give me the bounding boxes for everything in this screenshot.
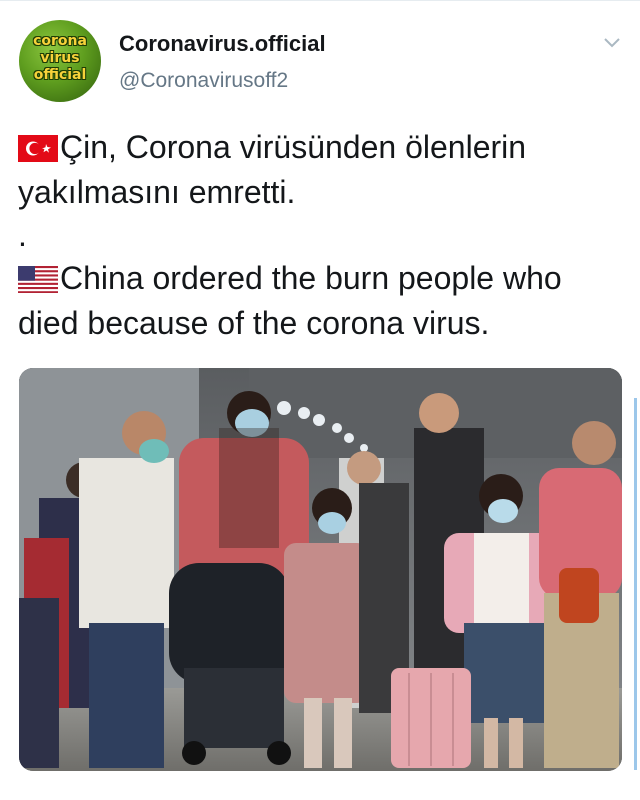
tweet-line-tr: Çin, Corona virüsünden ölenlerin yakılma… — [18, 129, 527, 210]
avatar[interactable]: corona virus official — [19, 20, 101, 102]
chevron-down-icon[interactable] — [602, 36, 622, 50]
tweet-photo[interactable] — [19, 368, 622, 771]
top-divider — [0, 0, 640, 1]
scroll-indicator — [634, 398, 637, 770]
tweet-text-turkish: Çin, Corona virüsünden ölenlerin yakılma… — [18, 125, 618, 215]
user-handle[interactable]: @Coronavirusoff2 — [119, 69, 288, 93]
tweet-separator: . — [18, 217, 27, 253]
turkey-flag-icon — [18, 135, 58, 162]
tweet-text-english: China ordered the burn people who died b… — [18, 256, 618, 346]
avatar-logo-text: corona virus official — [33, 33, 87, 83]
airport-crowd-photo — [19, 368, 622, 771]
tweet-line-en: China ordered the burn people who died b… — [18, 260, 562, 341]
display-name[interactable]: Coronavirus.official — [119, 31, 326, 57]
usa-flag-icon — [18, 266, 58, 293]
